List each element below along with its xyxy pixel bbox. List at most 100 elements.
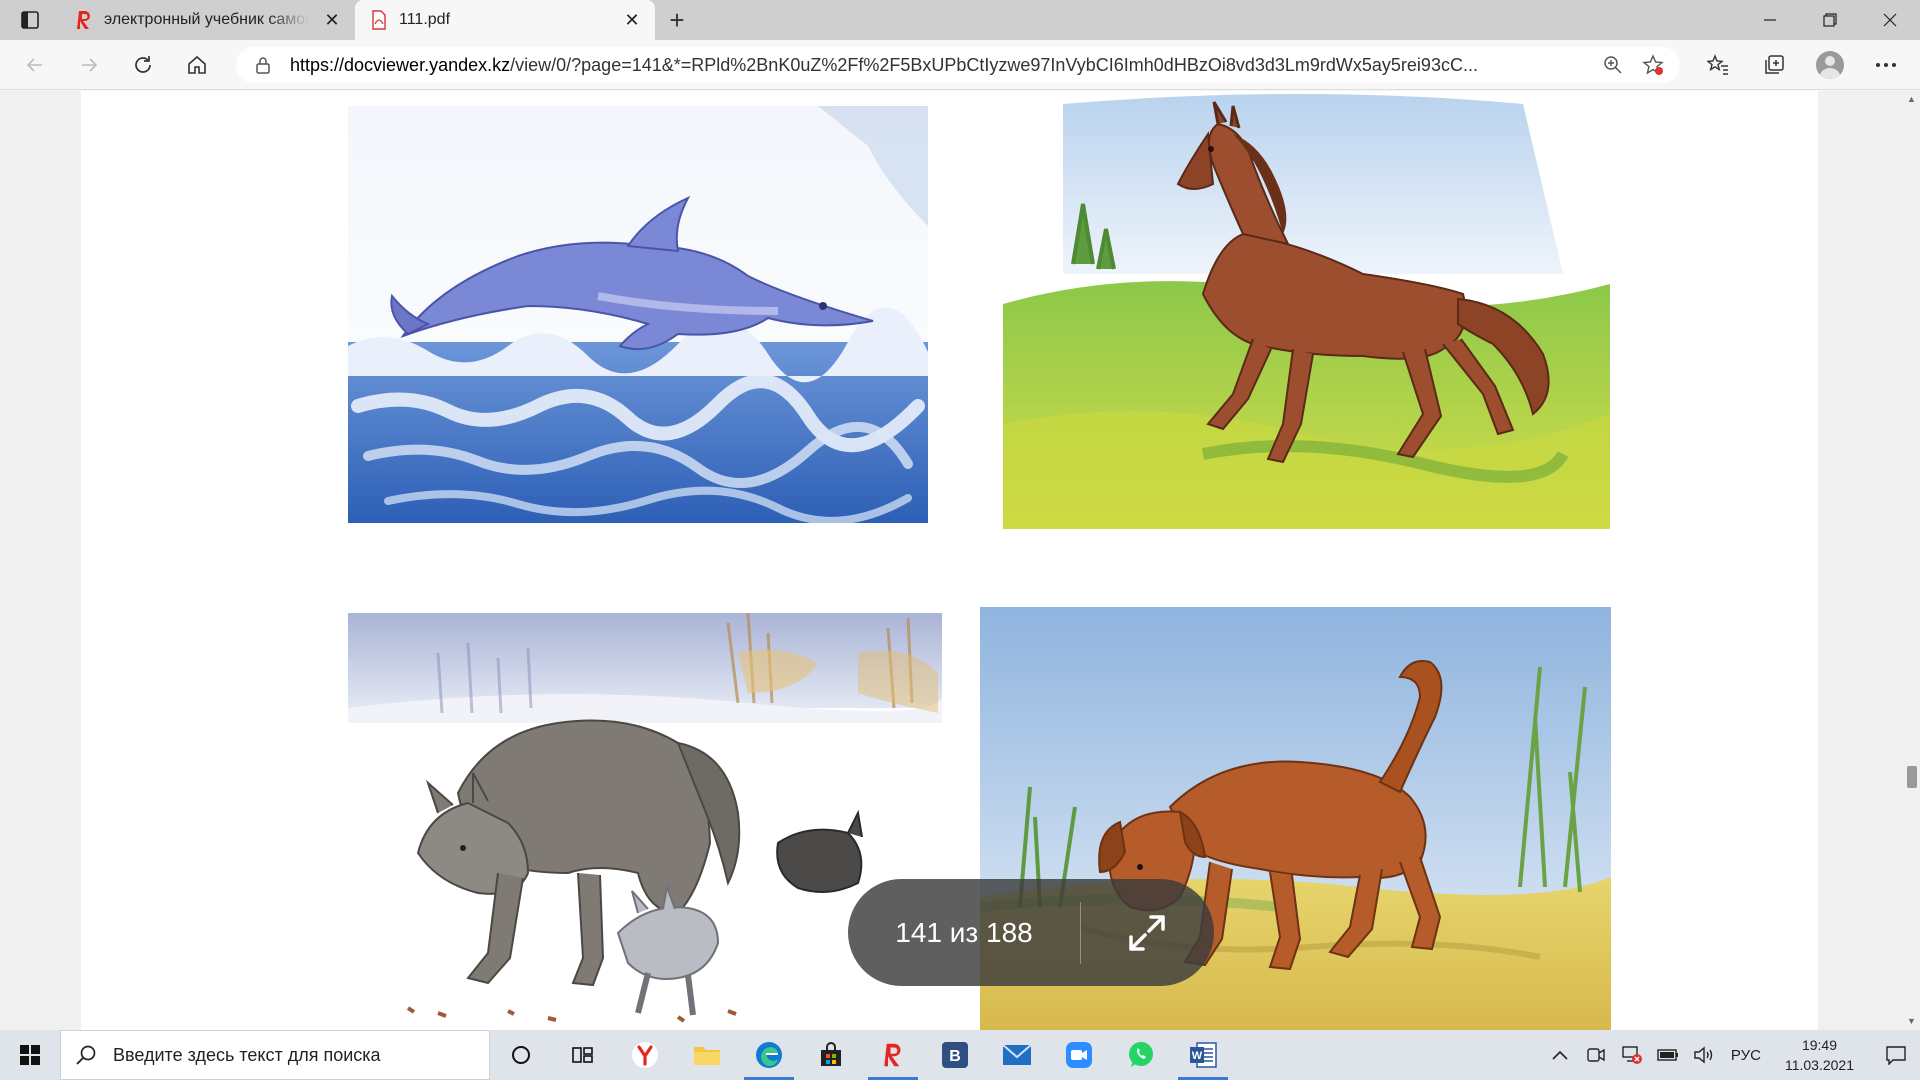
svg-text:W: W xyxy=(1192,1050,1203,1062)
close-tab-icon[interactable]: ✕ xyxy=(321,9,343,31)
tab-strip: электронный учебник самопознание ✕ 111.p… xyxy=(0,0,1920,40)
lock-icon[interactable] xyxy=(250,52,276,78)
home-icon xyxy=(188,55,206,74)
tab-title: электронный учебник самопознание xyxy=(104,11,309,28)
clock-date: 11.03.2021 xyxy=(1784,1057,1854,1073)
avatar xyxy=(1816,51,1844,79)
taskbar-yandex[interactable] xyxy=(862,1030,924,1080)
screen: электронный учебник самопознание ✕ 111.p… xyxy=(0,0,1920,1080)
collections-button[interactable] xyxy=(1750,45,1798,85)
url-text[interactable]: https://docviewer.yandex.kz/view/0/?page… xyxy=(290,55,1586,76)
add-favorite-icon[interactable] xyxy=(1640,52,1666,78)
tab-actions-button[interactable] xyxy=(0,0,60,40)
scrollbar-thumb[interactable] xyxy=(1907,766,1917,788)
cortana-icon xyxy=(512,1046,530,1064)
notification-center-button[interactable] xyxy=(1872,1030,1920,1080)
close-tab-icon[interactable]: ✕ xyxy=(621,9,643,31)
windows-icon xyxy=(20,1045,40,1065)
network-icon[interactable] xyxy=(1617,1030,1647,1080)
taskbar-whatsapp[interactable] xyxy=(1110,1030,1172,1080)
show-hidden-icons-button[interactable] xyxy=(1545,1030,1575,1080)
scroll-down-arrow-icon[interactable]: ▼ xyxy=(1907,1017,1916,1026)
input-language[interactable]: РУС xyxy=(1725,1047,1767,1064)
close-window-button[interactable] xyxy=(1860,0,1920,40)
taskbar-mail[interactable] xyxy=(986,1030,1048,1080)
taskbar-yandex-browser[interactable] xyxy=(614,1030,676,1080)
taskbar-store[interactable] xyxy=(800,1030,862,1080)
collections-icon xyxy=(1765,55,1784,74)
battery-icon[interactable] xyxy=(1653,1030,1683,1080)
whatsapp-icon xyxy=(1129,1042,1153,1067)
tab-actions-icon xyxy=(21,11,39,29)
favorites-icon xyxy=(1707,54,1728,75)
taskbar-search[interactable]: Введите здесь текст для поиска xyxy=(60,1030,490,1080)
address-bar[interactable]: https://docviewer.yandex.kz/view/0/?page… xyxy=(236,47,1680,83)
arrow-right-icon xyxy=(82,57,98,72)
favorites-button[interactable] xyxy=(1694,45,1742,85)
clock-time: 19:49 xyxy=(1801,1037,1837,1053)
minimize-icon xyxy=(1764,19,1776,21)
mail-icon xyxy=(1002,1044,1032,1065)
browser-toolbar: https://docviewer.yandex.kz/view/0/?page… xyxy=(0,40,1920,90)
reload-button[interactable] xyxy=(116,45,170,85)
page-navigation-overlay: 141 из 188 xyxy=(848,879,1214,986)
meet-now-icon[interactable] xyxy=(1581,1030,1611,1080)
edge-icon xyxy=(756,1042,782,1068)
expand-icon xyxy=(1129,914,1165,951)
horse-illustration xyxy=(1003,94,1610,529)
restore-button[interactable] xyxy=(1800,0,1860,40)
taskbar-edge[interactable] xyxy=(738,1030,800,1080)
chevron-up-icon xyxy=(1552,1050,1568,1060)
zoom-camera-icon xyxy=(1066,1042,1092,1068)
zoom-icon[interactable] xyxy=(1600,52,1626,78)
store-icon xyxy=(821,1042,841,1066)
yandex-icon xyxy=(77,11,90,29)
yandex-browser-icon xyxy=(632,1042,658,1068)
tab-pdf[interactable]: 111.pdf ✕ xyxy=(355,0,655,40)
taskbar-vk[interactable]: B xyxy=(924,1030,986,1080)
taskbar-word[interactable]: W xyxy=(1172,1030,1234,1080)
profile-button[interactable] xyxy=(1806,45,1854,85)
more-icon xyxy=(1876,63,1896,67)
pdf-icon xyxy=(372,10,386,30)
pdf-page: 141 из 188 xyxy=(81,91,1818,1030)
search-placeholder: Введите здесь текст для поиска xyxy=(113,1044,381,1065)
window-controls xyxy=(1740,0,1920,40)
start-button[interactable] xyxy=(0,1030,60,1080)
back-button[interactable] xyxy=(8,45,62,85)
dolphin-illustration xyxy=(348,106,928,523)
forward-button[interactable] xyxy=(62,45,116,85)
page-indicator[interactable]: 141 из 188 xyxy=(848,917,1080,949)
tab-title: 111.pdf xyxy=(399,11,451,28)
fullscreen-button[interactable] xyxy=(1081,879,1213,986)
cortana-button[interactable] xyxy=(490,1030,552,1080)
document-viewer[interactable]: 141 из 188 ▲ ▼ xyxy=(0,91,1920,1030)
tab-yandex[interactable]: электронный учебник самопознание ✕ xyxy=(60,0,355,40)
url-domain: https://docviewer.yandex.kz xyxy=(290,54,511,75)
new-tab-button[interactable]: + xyxy=(655,0,699,40)
taskbar-file-explorer[interactable] xyxy=(676,1030,738,1080)
task-view-button[interactable] xyxy=(552,1030,614,1080)
taskbar-zoom[interactable] xyxy=(1048,1030,1110,1080)
clock[interactable]: 19:49 11.03.2021 xyxy=(1773,1035,1866,1075)
volume-icon[interactable] xyxy=(1689,1030,1719,1080)
url-path: /view/0/?page=141&*=RPld%2BnK0uZ%2Ff%2F5… xyxy=(510,54,1478,75)
vertical-scrollbar[interactable]: ▲ ▼ xyxy=(1903,91,1920,1030)
reload-icon xyxy=(135,55,151,73)
close-icon xyxy=(1883,13,1897,27)
word-icon: W xyxy=(1190,1042,1217,1068)
restore-icon xyxy=(1823,13,1837,27)
scroll-up-arrow-icon[interactable]: ▲ xyxy=(1907,95,1916,104)
right-toolbar xyxy=(1694,45,1910,85)
folder-icon xyxy=(694,1047,720,1065)
windows-taskbar: Введите здесь текст для поиска B W РУС 1… xyxy=(0,1030,1920,1080)
notification-icon xyxy=(1886,1046,1906,1065)
yandex-icon xyxy=(884,1043,901,1067)
svg-text:B: B xyxy=(949,1048,961,1065)
settings-menu-button[interactable] xyxy=(1862,45,1910,85)
search-icon xyxy=(76,1045,96,1065)
home-button[interactable] xyxy=(170,45,224,85)
system-tray: РУС 19:49 11.03.2021 xyxy=(1545,1030,1920,1080)
minimize-button[interactable] xyxy=(1740,0,1800,40)
wolf-illustration xyxy=(348,613,942,1030)
